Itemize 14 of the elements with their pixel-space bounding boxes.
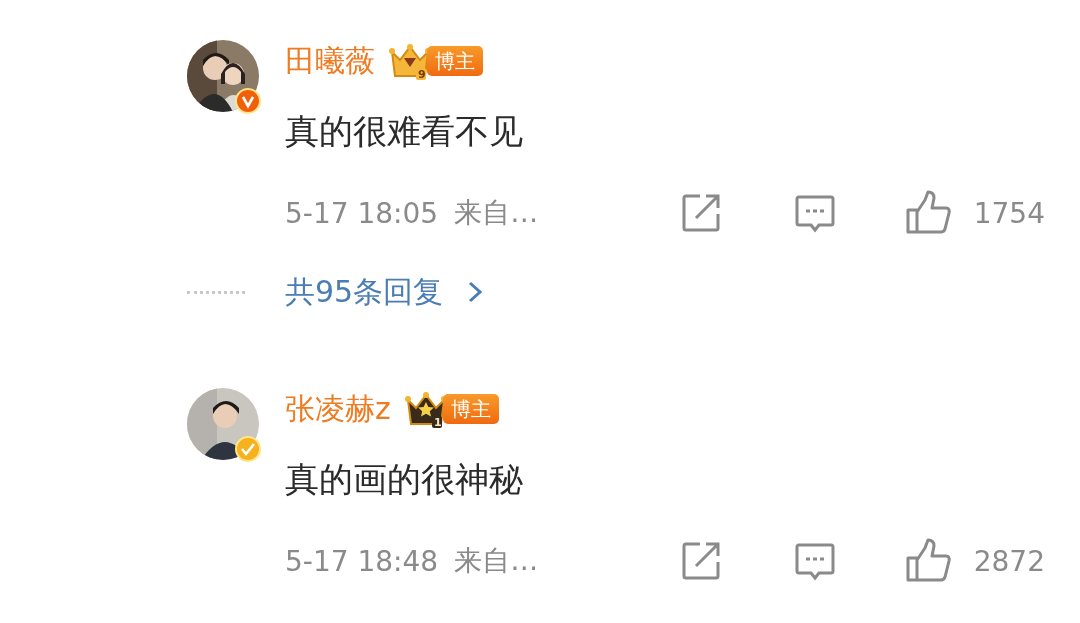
blogger-badge: 博主 [442, 394, 499, 424]
replies-link[interactable]: 共95条回复 [285, 271, 444, 313]
comment-source: 来自… [454, 543, 539, 579]
blogger-badge: 博主 [427, 46, 483, 76]
comment-time: 5-17 18:05 [285, 196, 439, 230]
comment-time: 5-17 18:48 [285, 544, 439, 578]
like-count: 2872 [973, 544, 1045, 578]
username[interactable]: 张凌赫z [285, 389, 391, 429]
comment-text: 真的画的很神秘 [285, 458, 524, 501]
like-count: 1754 [973, 196, 1045, 230]
dotted-line [187, 290, 245, 294]
username[interactable]: 田曦薇 [285, 41, 375, 81]
comment-text: 真的很难看不见 [285, 110, 524, 153]
comment-source: 来自… [454, 195, 539, 231]
